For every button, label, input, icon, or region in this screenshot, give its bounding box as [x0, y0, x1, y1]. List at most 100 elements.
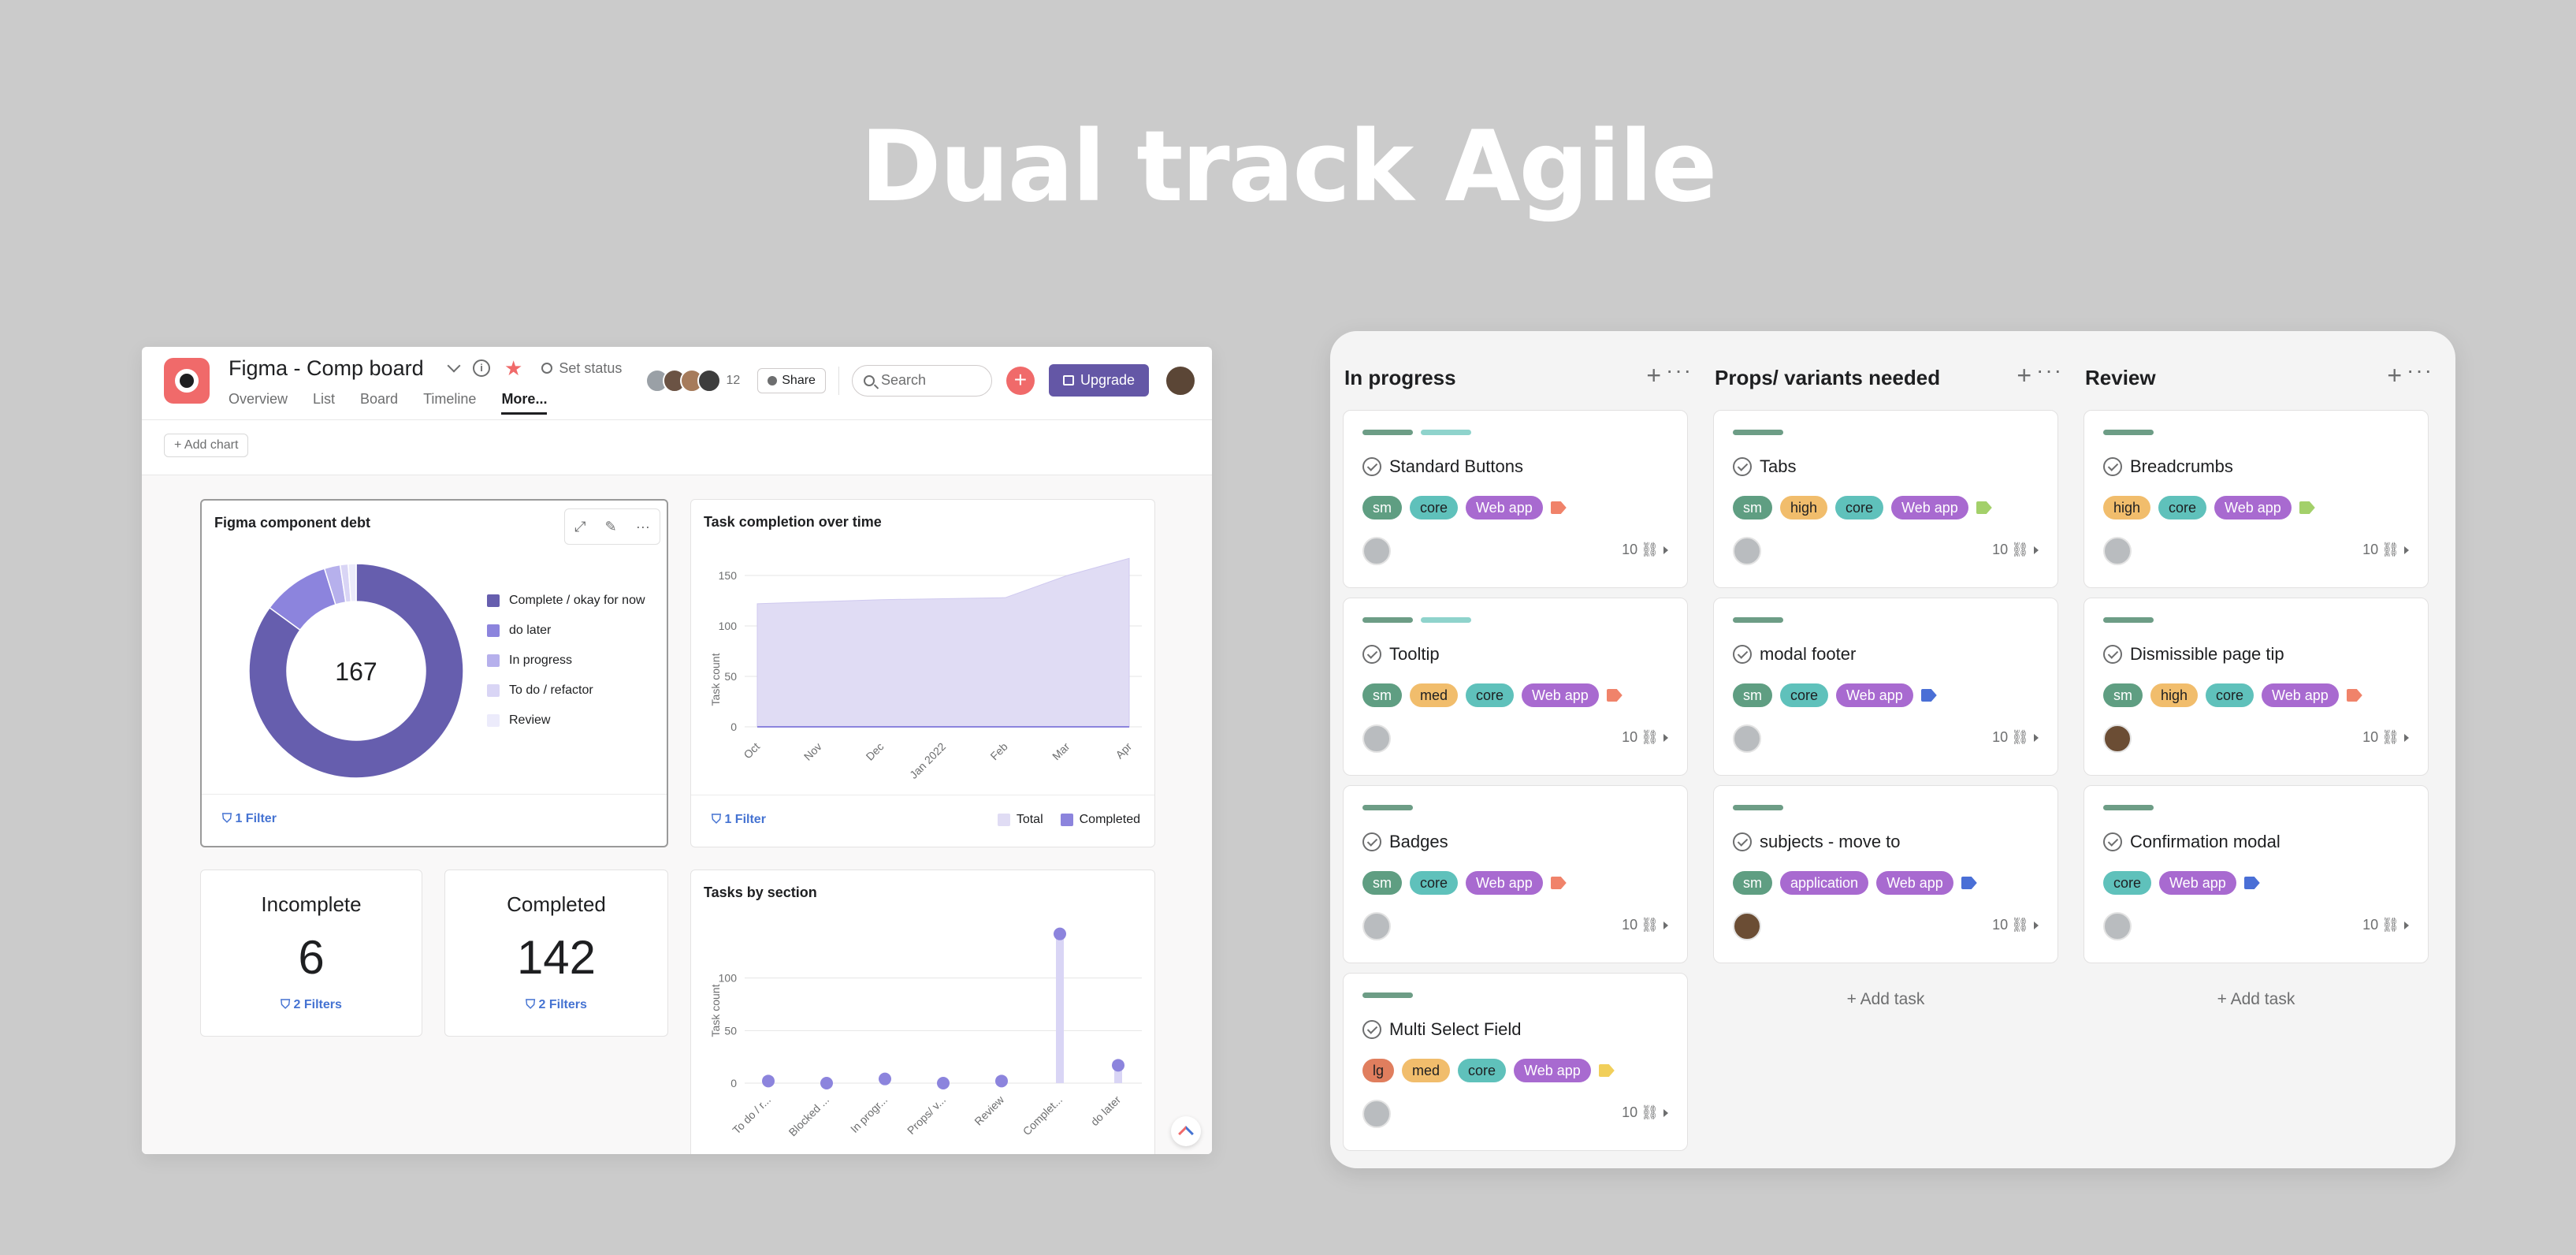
tag-icon[interactable]: [1550, 501, 1567, 514]
bar-point[interactable]: [1054, 927, 1066, 940]
tab-list[interactable]: List: [313, 391, 335, 415]
task-card[interactable]: subjects - move to sm application Web app …: [1713, 785, 2058, 963]
task-card[interactable]: Confirmation modal core Web app 10 ⛓: [2083, 785, 2429, 963]
assignee-avatar[interactable]: [1362, 724, 1391, 753]
assignee-avatar[interactable]: [2103, 912, 2132, 940]
bar-point[interactable]: [879, 1072, 891, 1086]
series-total-area[interactable]: [756, 557, 1130, 728]
add-task-icon[interactable]: +: [1646, 361, 1661, 390]
tag-pill[interactable]: Web app: [1466, 496, 1543, 520]
task-name[interactable]: Confirmation modal: [2130, 832, 2280, 852]
tag-pill[interactable]: core: [1780, 683, 1829, 707]
tag-pill[interactable]: Web app: [1836, 683, 1913, 707]
tag-pill[interactable]: core: [1458, 1059, 1507, 1082]
tag-pill[interactable]: Web app: [2262, 683, 2339, 707]
edit-icon[interactable]: ✎: [605, 519, 617, 535]
tag-pill[interactable]: core: [1835, 496, 1884, 520]
chevron-down-icon[interactable]: [447, 359, 461, 373]
filter-link[interactable]: ⛉ 2 Filters: [445, 998, 667, 1012]
more-icon[interactable]: ···: [2407, 358, 2433, 383]
bar-point[interactable]: [937, 1077, 950, 1089]
subtask-count[interactable]: 10 ⛓: [1992, 917, 2039, 933]
tag-pill[interactable]: sm: [1362, 871, 1402, 895]
tag-pill[interactable]: sm: [1733, 683, 1772, 707]
task-name[interactable]: Badges: [1389, 832, 1448, 852]
tag-pill[interactable]: lg: [1362, 1059, 1395, 1082]
filter-link[interactable]: ⛉ 1 Filter: [222, 812, 277, 826]
scroll-top-button[interactable]: [1171, 1116, 1201, 1146]
tag-icon[interactable]: [1961, 877, 1977, 889]
tag-pill[interactable]: Web app: [1522, 683, 1599, 707]
check-circle-icon[interactable]: [1362, 645, 1381, 664]
task-card[interactable]: Breadcrumbs high core Web app 10 ⛓: [2083, 410, 2429, 588]
tag-pill[interactable]: sm: [2103, 683, 2143, 707]
subtask-count[interactable]: 10 ⛓: [1992, 729, 2039, 746]
tag-pill[interactable]: sm: [1733, 496, 1772, 520]
user-avatar[interactable]: [1165, 364, 1196, 397]
tag-pill[interactable]: Web app: [1876, 871, 1953, 895]
subtask-count[interactable]: 10 ⛓: [1992, 542, 2039, 558]
tag-pill[interactable]: core: [1466, 683, 1515, 707]
task-card[interactable]: Tabs sm high core Web app 10 ⛓: [1713, 410, 2058, 588]
assignee-avatar[interactable]: [2103, 724, 2132, 753]
task-card[interactable]: Tooltip sm med core Web app 10 ⛓: [1343, 598, 1688, 776]
task-name[interactable]: Breadcrumbs: [2130, 456, 2233, 477]
tag-icon[interactable]: [1976, 501, 1992, 514]
tag-pill[interactable]: med: [1410, 683, 1459, 707]
bar-point[interactable]: [762, 1074, 775, 1088]
assignee-avatar[interactable]: [1362, 537, 1391, 565]
task-card[interactable]: Badges sm core Web app 10 ⛓: [1343, 785, 1688, 963]
tag-pill[interactable]: core: [1410, 496, 1459, 520]
tag-icon[interactable]: [2299, 501, 2315, 514]
tag-pill[interactable]: core: [1410, 871, 1459, 895]
tag-pill[interactable]: sm: [1362, 683, 1402, 707]
tag-icon[interactable]: [1598, 1064, 1615, 1077]
tag-pill[interactable]: sm: [1733, 871, 1772, 895]
tag-pill[interactable]: Web app: [1514, 1059, 1591, 1082]
bar-point[interactable]: [1112, 1059, 1124, 1072]
share-button[interactable]: Share: [757, 367, 826, 393]
assignee-avatar[interactable]: [1362, 1100, 1391, 1128]
project-title[interactable]: Figma - Comp board: [229, 356, 424, 381]
check-circle-icon[interactable]: [1362, 457, 1381, 476]
subtask-count[interactable]: 10 ⛓: [2362, 917, 2409, 933]
task-card[interactable]: modal footer sm core Web app 10 ⛓: [1713, 598, 2058, 776]
project-icon[interactable]: [164, 358, 210, 404]
subtask-count[interactable]: 10 ⛓: [2362, 542, 2409, 558]
tag-icon[interactable]: [1550, 877, 1567, 889]
component-debt-card[interactable]: Figma component debt ⤢ ✎ ··· 167 Complet…: [200, 499, 668, 847]
assignee-avatar[interactable]: [1733, 537, 1761, 565]
task-name[interactable]: Standard Buttons: [1389, 456, 1523, 477]
tab-more[interactable]: More...: [501, 391, 548, 415]
tab-timeline[interactable]: Timeline: [423, 391, 476, 415]
column-title[interactable]: In progress: [1344, 366, 1456, 390]
tasks-by-section-card[interactable]: Tasks by section To do / r... Blocked ...…: [690, 870, 1155, 1154]
assignee-avatar[interactable]: [1733, 724, 1761, 753]
filter-link[interactable]: ⛉ 2 Filters: [201, 998, 422, 1012]
subtask-count[interactable]: 10 ⛓: [1622, 917, 1668, 933]
task-name[interactable]: modal footer: [1760, 644, 1856, 665]
filter-link[interactable]: ⛉ 1 Filter: [712, 813, 766, 827]
task-name[interactable]: Dismissible page tip: [2130, 644, 2284, 665]
column-title[interactable]: Review: [2085, 366, 2156, 390]
completed-stat-card[interactable]: Completed 142 ⛉ 2 Filters: [444, 870, 668, 1037]
tag-pill[interactable]: Web app: [2214, 496, 2292, 520]
subtask-count[interactable]: 10 ⛓: [1622, 729, 1668, 746]
task-card[interactable]: Standard Buttons sm core Web app 10 ⛓: [1343, 410, 1688, 588]
star-icon[interactable]: ★: [504, 358, 522, 378]
upgrade-button[interactable]: Upgrade: [1048, 364, 1149, 397]
check-circle-icon[interactable]: [1362, 832, 1381, 851]
expand-icon[interactable]: ⤢: [574, 519, 585, 535]
add-task-icon[interactable]: +: [2017, 361, 2031, 390]
assignee-avatar[interactable]: [1733, 912, 1761, 940]
subtask-count[interactable]: 10 ⛓: [1622, 542, 1668, 558]
task-name[interactable]: subjects - move to: [1760, 832, 1901, 852]
info-icon[interactable]: i: [473, 359, 490, 377]
tag-pill[interactable]: med: [1402, 1059, 1451, 1082]
add-task-button[interactable]: + Add task: [1713, 990, 2058, 1009]
bar-point[interactable]: [995, 1074, 1008, 1088]
bar[interactable]: [1056, 933, 1064, 1083]
set-status-button[interactable]: Set status: [541, 360, 622, 377]
tag-pill[interactable]: core: [2158, 496, 2207, 520]
tag-icon[interactable]: [1606, 689, 1623, 702]
